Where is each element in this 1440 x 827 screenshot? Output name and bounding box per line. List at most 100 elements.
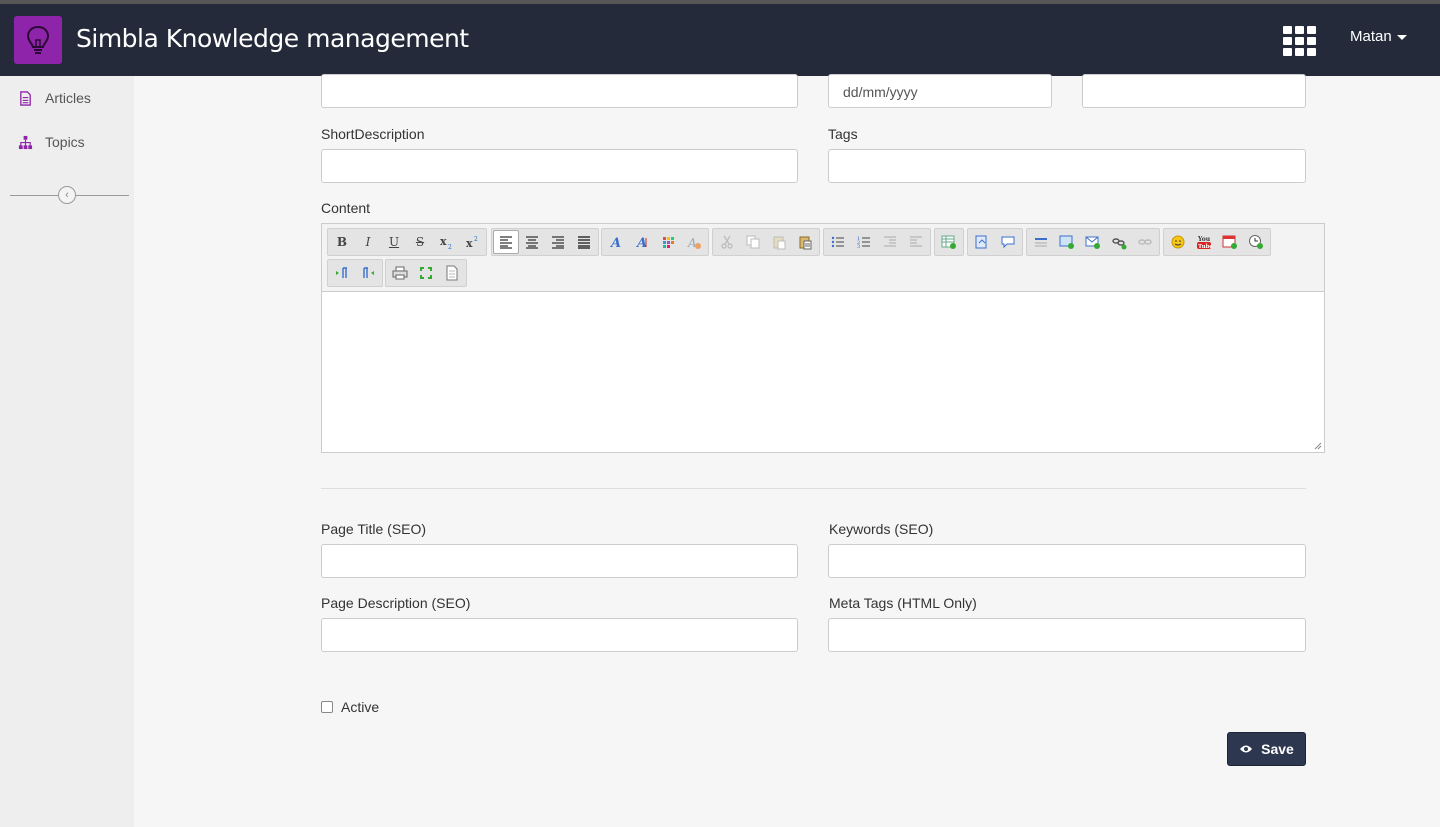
sidebar-item-articles[interactable]: Articles <box>18 90 91 106</box>
toolbar-group-direction <box>327 259 383 287</box>
svg-text:Tube: Tube <box>1198 244 1212 250</box>
italic-button[interactable]: I <box>355 230 381 254</box>
keywords-label: Keywords (SEO) <box>829 521 934 537</box>
user-name: Matan <box>1350 28 1392 45</box>
indent-button[interactable] <box>903 230 929 254</box>
ltr-button[interactable] <box>329 261 355 285</box>
underline-button[interactable]: U <box>381 230 407 254</box>
bulleted-list-button[interactable] <box>825 230 851 254</box>
copy-icon <box>746 235 760 249</box>
align-justify-icon <box>578 236 590 249</box>
clear-format-button[interactable]: A <box>681 230 707 254</box>
active-checkbox[interactable] <box>321 701 333 713</box>
numbered-list-button[interactable]: 123 <box>851 230 877 254</box>
align-center-button[interactable] <box>519 230 545 254</box>
user-menu[interactable]: Matan <box>1350 28 1407 45</box>
chevron-left-icon[interactable]: ‹ <box>58 186 76 204</box>
calendar-button[interactable] <box>1217 230 1243 254</box>
page-description-label: Page Description (SEO) <box>321 595 471 611</box>
paste-text-button[interactable] <box>792 230 818 254</box>
speech-bubble-icon <box>1001 236 1015 249</box>
paste-button[interactable] <box>766 230 792 254</box>
youtube-button[interactable]: You Tube <box>1191 230 1217 254</box>
smiley-icon <box>1171 235 1185 249</box>
font-button[interactable]: A <box>603 230 629 254</box>
toolbar-group-font: A A A <box>601 228 709 256</box>
app-brand-title: Simbla Knowledge management <box>76 24 469 53</box>
content-label: Content <box>321 200 371 216</box>
document-icon <box>20 90 31 106</box>
insert-table-button[interactable] <box>936 230 962 254</box>
text-direction-ltr-icon <box>336 267 347 278</box>
align-right-button[interactable] <box>545 230 571 254</box>
sidebar-item-topics[interactable]: Topics <box>18 134 85 150</box>
insert-link-button[interactable] <box>1106 230 1132 254</box>
resize-handle-icon[interactable] <box>1314 442 1322 450</box>
copy-button[interactable] <box>740 230 766 254</box>
save-button[interactable]: Save <box>1227 732 1306 766</box>
print-button[interactable] <box>387 261 413 285</box>
page-title-input[interactable] <box>321 544 798 578</box>
app-logo[interactable] <box>14 16 62 64</box>
toolbar-group-align <box>491 228 599 256</box>
caret-down-icon <box>1396 34 1407 40</box>
align-left-icon <box>500 236 512 249</box>
horizontal-rule-button[interactable] <box>1028 230 1054 254</box>
comment-button[interactable] <box>995 230 1021 254</box>
insert-image-button[interactable] <box>1054 230 1080 254</box>
align-justify-button[interactable] <box>571 230 597 254</box>
bullet-list-icon <box>831 236 844 248</box>
strikethrough-button[interactable]: S <box>407 230 433 254</box>
toolbar-group-lists: 123 <box>823 228 931 256</box>
text-direction-rtl-icon <box>363 267 374 278</box>
cut-button[interactable] <box>714 230 740 254</box>
youtube-icon: YouTube <box>1197 236 1212 250</box>
numbered-list-icon: 123 <box>857 236 870 250</box>
toolbar-group-misc <box>967 228 1023 256</box>
outdent-icon <box>884 236 896 247</box>
svg-text:2: 2 <box>474 236 478 243</box>
align-right-icon <box>552 236 564 249</box>
bold-button[interactable]: B <box>329 230 355 254</box>
date-field[interactable]: dd/mm/yyyy <box>828 74 1052 108</box>
horizontal-rule-icon <box>1035 238 1047 247</box>
font-color-button[interactable] <box>655 230 681 254</box>
unlink-button[interactable] <box>1132 230 1158 254</box>
extra-field[interactable] <box>1082 74 1306 108</box>
outdent-button[interactable] <box>877 230 903 254</box>
new-page-button[interactable] <box>439 261 465 285</box>
tags-input[interactable] <box>828 149 1306 183</box>
align-left-button[interactable] <box>493 230 519 254</box>
source-button[interactable] <box>969 230 995 254</box>
superscript-button[interactable]: x2 <box>459 230 485 254</box>
insert-email-button[interactable] <box>1080 230 1106 254</box>
scissors-icon <box>721 235 733 249</box>
svg-text:A: A <box>609 236 621 250</box>
svg-text:You: You <box>1197 236 1211 243</box>
paste-icon <box>773 236 786 250</box>
font-size-button[interactable]: A <box>629 230 655 254</box>
emoticon-button[interactable] <box>1165 230 1191 254</box>
apps-grid-icon[interactable] <box>1283 26 1317 56</box>
page-description-input[interactable] <box>321 618 798 652</box>
meta-tags-input[interactable] <box>828 618 1306 652</box>
keywords-input[interactable] <box>828 544 1306 578</box>
editor-toolbar: B I U S x2 x2 A A A 1 2 3 You Tube <box>322 224 1324 292</box>
table-icon <box>941 235 956 249</box>
subscript-button[interactable]: x2 <box>433 230 459 254</box>
printer-icon <box>392 266 408 280</box>
toolbar-group-table <box>934 228 964 256</box>
title-field[interactable] <box>321 74 798 108</box>
svg-text:x: x <box>466 237 473 250</box>
maximize-button[interactable] <box>413 261 439 285</box>
short-description-input[interactable] <box>321 149 798 183</box>
clock-button[interactable] <box>1243 230 1269 254</box>
svg-text:2: 2 <box>448 244 452 250</box>
short-description-label: ShortDescription <box>321 126 425 142</box>
toolbar-group-document <box>385 259 467 287</box>
content-editor[interactable]: B I U S x2 x2 A A A 1 2 3 You Tube <box>321 223 1325 453</box>
page-title-label: Page Title (SEO) <box>321 521 427 537</box>
color-palette-icon <box>663 237 674 248</box>
eye-icon <box>1240 745 1253 753</box>
rtl-button[interactable] <box>355 261 381 285</box>
